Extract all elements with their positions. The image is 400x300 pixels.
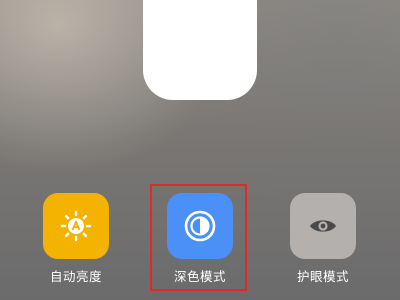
auto-brightness-label: 自动亮度: [49, 269, 102, 284]
auto-brightness-toggle[interactable]: [43, 193, 109, 259]
eye-icon: [310, 220, 336, 232]
highlight-box: [150, 184, 247, 291]
eye-protection-label: 护眼模式: [296, 269, 349, 284]
eye-protection-toggle[interactable]: [290, 193, 356, 259]
sun-a-icon: [60, 210, 92, 242]
brightness-slider[interactable]: [143, 0, 257, 100]
